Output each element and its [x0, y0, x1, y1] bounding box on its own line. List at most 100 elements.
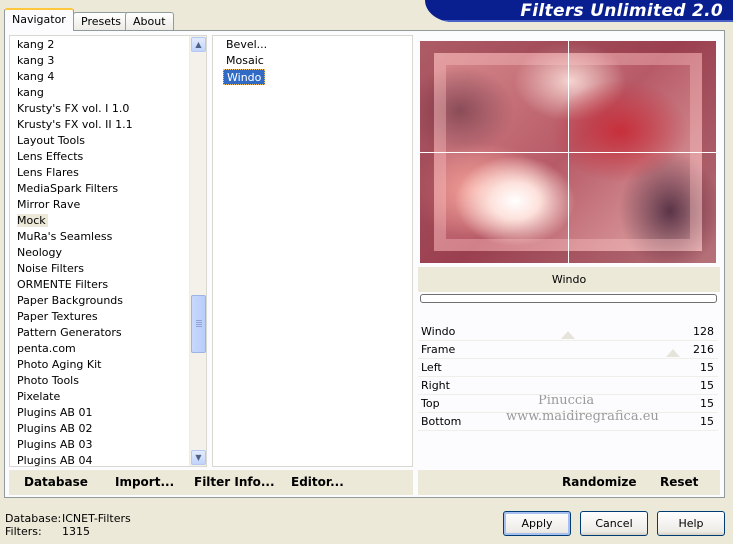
tab-presets[interactable]: Presets: [73, 12, 130, 30]
category-item-label: MediaSpark Filters: [17, 182, 119, 195]
category-item-label: kang 4: [17, 70, 55, 83]
category-item-label: Pattern Generators: [17, 326, 122, 339]
filter-item[interactable]: Bevel...: [223, 37, 270, 53]
filters-label: Filters:: [5, 525, 42, 538]
param-slider-bottom[interactable]: Bottom 15: [418, 413, 718, 431]
param-slider-left[interactable]: Left 15: [418, 359, 718, 377]
category-item-label: Krusty's FX vol. I 1.0: [17, 102, 130, 115]
category-item-label: Photo Aging Kit: [17, 358, 102, 371]
arrow-up-icon: ▲: [195, 40, 202, 49]
param-slider-windo[interactable]: Windo 128: [418, 323, 718, 341]
database-value: ICNET-Filters: [62, 512, 131, 525]
scroll-up-button[interactable]: ▲: [191, 37, 206, 52]
category-item-label: Layout Tools: [17, 134, 85, 147]
editor-button[interactable]: Editor...: [291, 475, 344, 489]
cancel-button[interactable]: Cancel: [580, 511, 648, 536]
category-item-label: Paper Backgrounds: [17, 294, 124, 307]
progress-bar: [420, 294, 717, 303]
tab-about[interactable]: About: [125, 12, 174, 30]
category-item[interactable]: MediaSpark Filters: [10, 181, 190, 197]
tab-navigator[interactable]: Navigator: [4, 8, 74, 31]
category-item[interactable]: kang 2: [10, 37, 190, 53]
preview-image[interactable]: [420, 41, 716, 263]
category-item-label: Mirror Rave: [17, 198, 81, 211]
param-name: Frame: [421, 343, 456, 356]
category-item[interactable]: penta.com: [10, 341, 190, 357]
category-item[interactable]: Plugins AB 01: [10, 405, 190, 421]
category-item[interactable]: kang 3: [10, 53, 190, 69]
category-item[interactable]: Paper Backgrounds: [10, 293, 190, 309]
param-slider-frame[interactable]: Frame 216: [418, 341, 718, 359]
category-item[interactable]: Photo Tools: [10, 373, 190, 389]
category-item-label: Krusty's FX vol. II 1.1: [17, 118, 133, 131]
category-item[interactable]: Lens Flares: [10, 165, 190, 181]
param-value: 216: [693, 343, 714, 356]
param-value: 128: [693, 325, 714, 338]
category-item[interactable]: Noise Filters: [10, 261, 190, 277]
database-button[interactable]: Database: [24, 475, 88, 489]
category-item[interactable]: Pixelate: [10, 389, 190, 405]
import-button[interactable]: Import...: [115, 475, 174, 489]
reset-button[interactable]: Reset: [660, 475, 698, 489]
category-item[interactable]: Layout Tools: [10, 133, 190, 149]
preview-panel: Windo Pinuccia www.maidiregrafica.eu Win…: [418, 35, 720, 467]
category-item[interactable]: Lens Effects: [10, 149, 190, 165]
category-item[interactable]: Paper Textures: [10, 309, 190, 325]
category-scrollbar[interactable]: ▲ ▼: [189, 36, 206, 466]
help-button[interactable]: Help: [657, 511, 725, 536]
param-name: Bottom: [421, 415, 462, 428]
scroll-thumb[interactable]: [191, 295, 206, 353]
param-slider-top[interactable]: Top 15: [418, 395, 718, 413]
category-item[interactable]: Krusty's FX vol. I 1.0: [10, 101, 190, 117]
category-items: kang 2 kang 3 kang 4 kang Krusty's FX vol. I…: [10, 37, 190, 467]
category-list[interactable]: kang 2 kang 3 kang 4 kang Krusty's FX vol. I…: [9, 35, 207, 467]
category-item-label: Plugins AB 04: [17, 454, 93, 467]
filter-item[interactable]: Windo: [223, 69, 266, 85]
category-item[interactable]: Plugins AB 04: [10, 453, 190, 467]
category-item-label: penta.com: [17, 342, 76, 355]
category-item[interactable]: kang: [10, 85, 190, 101]
category-item[interactable]: Mock: [10, 213, 190, 229]
slider-thumb[interactable]: [666, 349, 680, 357]
parameter-area: Pinuccia www.maidiregrafica.eu Windo 128 F…: [418, 323, 720, 467]
preview-crosshair-vertical: [568, 41, 569, 263]
category-item[interactable]: Krusty's FX vol. II 1.1: [10, 117, 190, 133]
param-name: Left: [421, 361, 442, 374]
param-name: Right: [421, 379, 450, 392]
category-item-label: Pixelate: [17, 390, 61, 403]
category-item[interactable]: Plugins AB 02: [10, 421, 190, 437]
database-label: Database:: [5, 512, 62, 525]
category-item-label: Lens Flares: [17, 166, 79, 179]
navigator-toolbar: Database Import... Filter Info... Editor…: [9, 470, 413, 495]
param-value: 15: [700, 415, 714, 428]
category-item[interactable]: Photo Aging Kit: [10, 357, 190, 373]
category-item-label: Neology: [17, 246, 63, 259]
parameter-toolbar: Randomize Reset: [418, 470, 720, 495]
category-item[interactable]: Mirror Rave: [10, 197, 190, 213]
category-item-label: Paper Textures: [17, 310, 98, 323]
filter-item[interactable]: Mosaic: [223, 53, 267, 69]
category-item-label: kang 2: [17, 38, 55, 51]
category-item-label: Plugins AB 02: [17, 422, 93, 435]
category-item[interactable]: Pattern Generators: [10, 325, 190, 341]
category-item-label: kang 3: [17, 54, 55, 67]
category-item[interactable]: Neology: [10, 245, 190, 261]
filter-list[interactable]: Bevel... Mosaic Windo: [212, 35, 413, 467]
category-item-label: Plugins AB 03: [17, 438, 93, 451]
param-name: Windo: [421, 325, 456, 338]
filter-info-button[interactable]: Filter Info...: [194, 475, 275, 489]
filters-value: 1315: [62, 525, 90, 538]
apply-button[interactable]: Apply: [503, 511, 571, 536]
slider-thumb[interactable]: [561, 331, 575, 339]
param-slider-right[interactable]: Right 15: [418, 377, 718, 395]
category-item[interactable]: Plugins AB 03: [10, 437, 190, 453]
category-item[interactable]: MuRa's Seamless: [10, 229, 190, 245]
category-item-label: Mock: [17, 214, 48, 227]
category-item[interactable]: kang 4: [10, 69, 190, 85]
category-item[interactable]: ORMENTE Filters: [10, 277, 190, 293]
title-banner: Filters Unlimited 2.0: [425, 0, 733, 22]
category-item-label: kang: [17, 86, 44, 99]
randomize-button[interactable]: Randomize: [562, 475, 636, 489]
category-item-label: MuRa's Seamless: [17, 230, 113, 243]
scroll-down-button[interactable]: ▼: [191, 450, 206, 465]
